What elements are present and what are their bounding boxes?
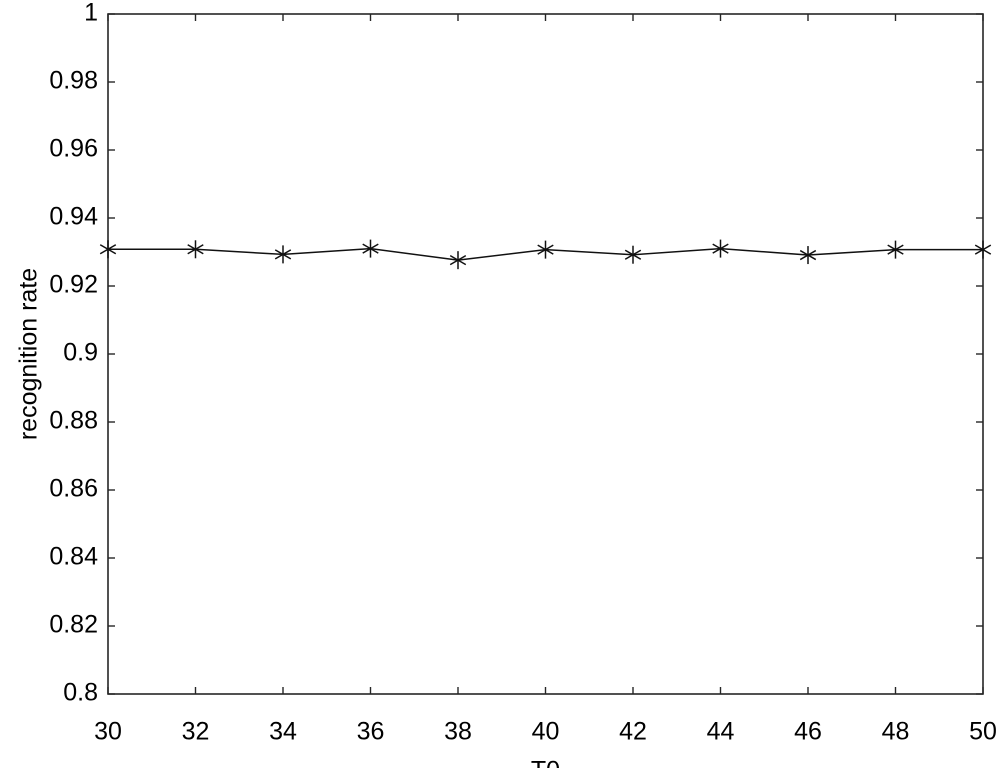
- y-tick-label: 0.86: [49, 475, 98, 503]
- data-markers: [99, 239, 992, 270]
- axes-border: [107, 13, 984, 695]
- x-tick-label: 44: [707, 718, 735, 746]
- y-tick-label: 0.94: [49, 203, 98, 231]
- y-tick-label: 0.82: [49, 611, 98, 639]
- x-axis-title: T0: [531, 757, 560, 768]
- x-tick-label: 34: [269, 718, 297, 746]
- y-tick-label: 0.92: [49, 271, 98, 299]
- y-tick-label: 0.96: [49, 135, 98, 163]
- x-tick-label: 50: [969, 718, 997, 746]
- x-tick-label: 38: [444, 718, 472, 746]
- y-axis-title: recognition rate: [15, 268, 43, 440]
- x-tick-label: 48: [882, 718, 910, 746]
- x-tick-label: 36: [357, 718, 385, 746]
- y-tick-label: 0.84: [49, 543, 98, 571]
- x-tick-label: 42: [619, 718, 647, 746]
- y-tick-label: 0.98: [49, 67, 98, 95]
- y-tick-labels: 0.8 0.82 0.84 0.86 0.88 0.9 0.92 0.94 0.96 0.98 1: [49, 0, 98, 707]
- x-tick-label: 46: [794, 718, 822, 746]
- x-tick-label: 40: [532, 718, 560, 746]
- line-chart: 30 32 34 36 38 40 42 44 46 48 50 0.80.820.840.860.…: [15, 0, 997, 768]
- y-tick-marks: [108, 13, 983, 695]
- y-tick-label: 0.88: [49, 407, 98, 435]
- x-tick-label: 30: [94, 718, 122, 746]
- figure-canvas: 30 32 34 36 38 40 42 44 46 48 50 0.8 0.82 0.84 0.86 0.…: [0, 0, 1000, 768]
- y-tick-label: 0.8: [63, 679, 98, 707]
- y-tick-label: 1: [84, 0, 98, 27]
- x-tick-labels: 30 32 34 36 38 40 42 44 46 48 50: [94, 718, 997, 746]
- x-tick-label: 32: [182, 718, 210, 746]
- y-tick-label: 0.9: [63, 339, 98, 367]
- axes-box: [107, 13, 984, 695]
- x-tick-marks: [107, 14, 984, 694]
